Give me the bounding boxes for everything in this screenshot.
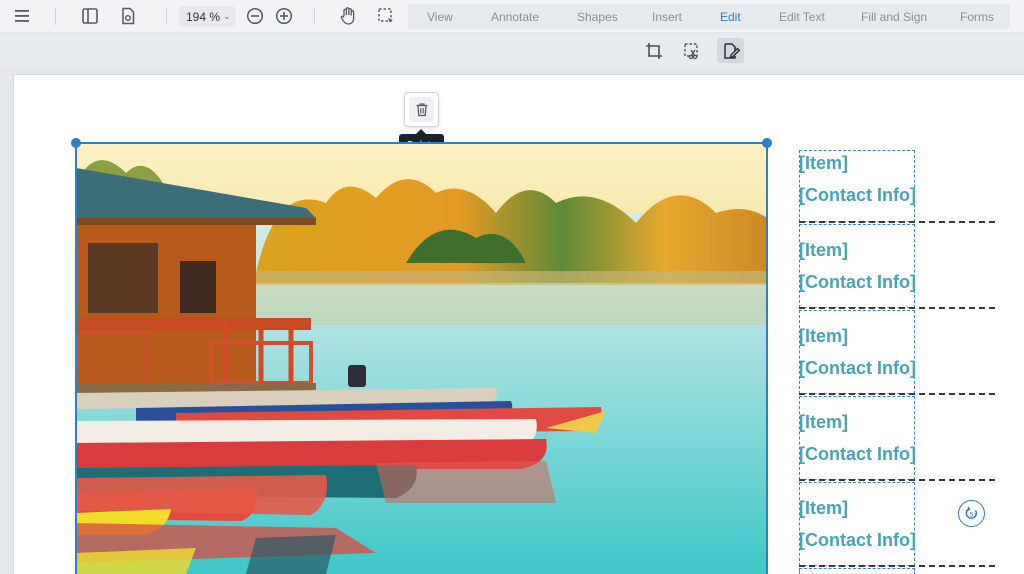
row-divider xyxy=(799,221,995,223)
rotate-button[interactable]: 5 xyxy=(958,500,985,527)
pan-hand-icon[interactable] xyxy=(338,6,358,26)
contact-item-label: [Item] xyxy=(799,412,848,432)
contact-text-box[interactable] xyxy=(799,224,915,308)
contact-text-box[interactable] xyxy=(799,310,915,394)
contact-info-label: [Contact Info] xyxy=(799,185,916,205)
zoom-out-icon[interactable] xyxy=(245,6,265,26)
contact-item-label: [Item] xyxy=(799,326,848,346)
contact-text-box[interactable] xyxy=(799,568,915,574)
contact-text-box[interactable] xyxy=(799,482,915,566)
contact-item-label: [Item] xyxy=(799,153,848,173)
trash-icon xyxy=(416,103,427,117)
row-divider xyxy=(799,307,995,309)
tab-view[interactable]: View xyxy=(427,10,453,24)
contact-item-label: [Item] xyxy=(799,498,848,518)
tab-insert[interactable]: Insert xyxy=(652,10,682,24)
row-divider xyxy=(799,479,995,481)
resize-handle-top-right[interactable] xyxy=(762,138,772,148)
selection-border-right xyxy=(766,142,768,574)
menu-icon[interactable] xyxy=(12,6,32,26)
tab-edit-text[interactable]: Edit Text xyxy=(779,10,825,24)
contact-info-label: [Contact Info] xyxy=(799,272,916,292)
edit-subtoolbar xyxy=(0,33,1024,67)
zoom-value: 194 % xyxy=(186,9,221,24)
zoom-in-icon[interactable] xyxy=(274,6,294,26)
contact-info-label: [Contact Info] xyxy=(799,444,916,464)
tab-annotate[interactable]: Annotate xyxy=(491,10,539,24)
sidebar-icon[interactable] xyxy=(80,6,100,26)
resize-handle-top-left[interactable] xyxy=(71,138,81,148)
row-divider xyxy=(799,393,995,395)
mode-tabs: View Annotate Shapes Insert Edit Edit Te… xyxy=(408,4,1010,29)
tab-edit[interactable]: Edit xyxy=(720,10,741,24)
tab-shapes[interactable]: Shapes xyxy=(577,10,618,24)
lake-boats-photo[interactable] xyxy=(76,143,767,574)
rotate-icon: 5 xyxy=(965,506,977,519)
contact-text-box[interactable] xyxy=(799,396,915,480)
zoom-select[interactable]: 194 % ⌄ xyxy=(179,6,235,27)
chevron-down-icon: ⌄ xyxy=(223,11,231,21)
contact-info-label: [Contact Info] xyxy=(799,358,916,378)
selection-border-top xyxy=(75,142,768,144)
toolbar-divider xyxy=(166,8,167,25)
delete-button[interactable] xyxy=(404,92,439,127)
file-settings-icon[interactable] xyxy=(118,6,138,26)
contact-item-label: [Item] xyxy=(799,240,848,260)
selection-border-left xyxy=(75,142,77,574)
edit-content-icon[interactable] xyxy=(717,38,744,63)
crop-icon[interactable] xyxy=(640,38,667,63)
contact-info-label: [Contact Info] xyxy=(799,530,916,550)
row-divider xyxy=(799,565,995,567)
tab-forms[interactable]: Forms xyxy=(960,10,994,24)
crop-selection-icon[interactable] xyxy=(678,38,705,63)
main-toolbar: 194 % ⌄ View Annotate Shapes Insert Edit… xyxy=(0,0,1024,33)
toolbar-divider xyxy=(55,8,56,25)
tab-fill-and-sign[interactable]: Fill and Sign xyxy=(861,10,927,24)
toolbar-divider xyxy=(314,8,315,25)
select-icon[interactable] xyxy=(376,6,396,26)
